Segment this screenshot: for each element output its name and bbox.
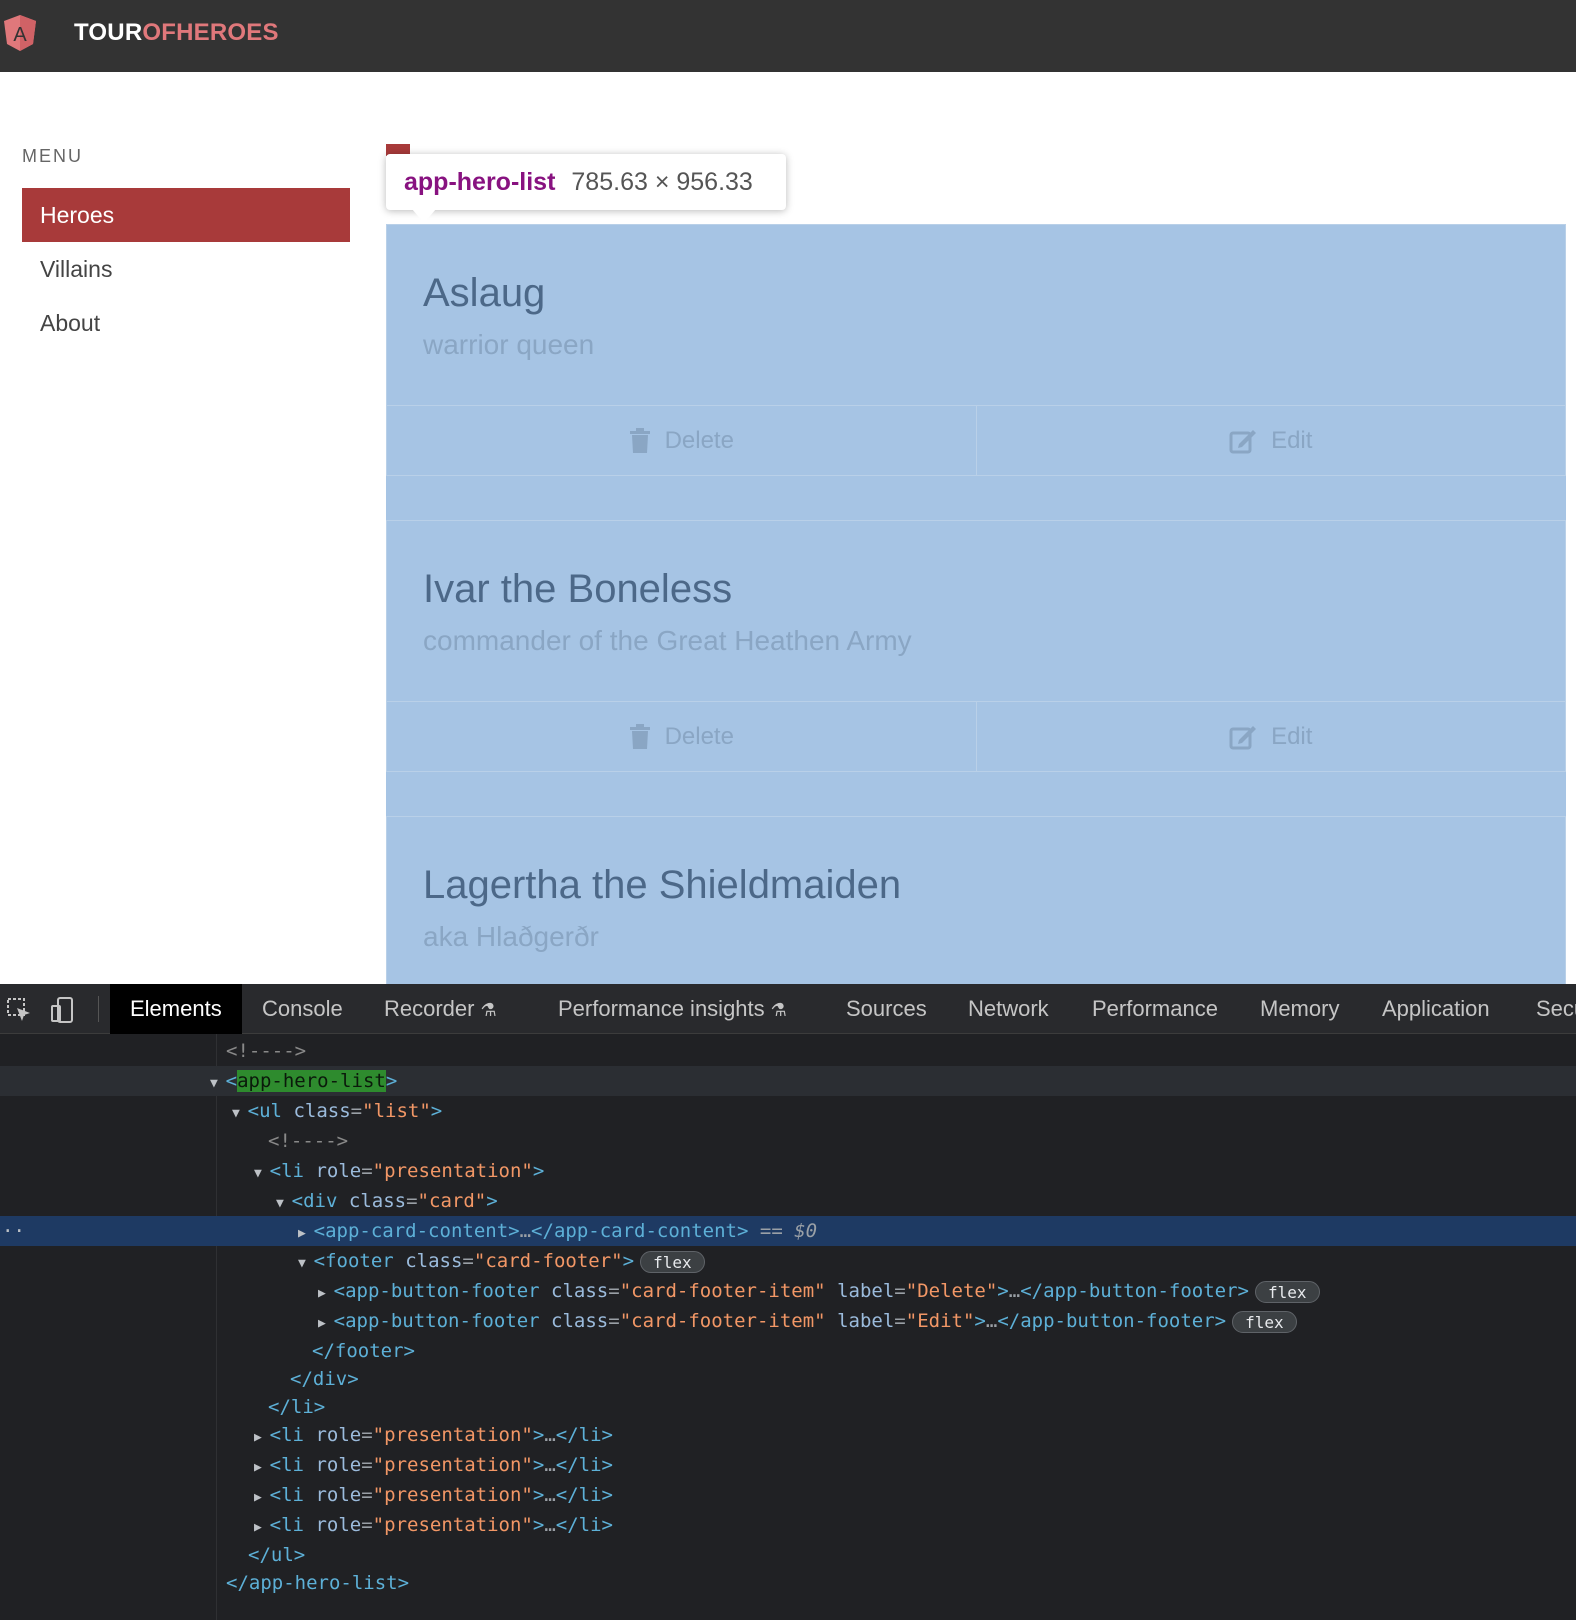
expand-arrow-icon[interactable]: ▼ [276, 1196, 292, 1211]
trash-icon [629, 723, 650, 749]
menu-label: MENU [22, 146, 83, 166]
node-ellipsis: ·· [2, 1220, 25, 1242]
tab-memory[interactable]: Memory [1240, 984, 1359, 1034]
card-content: Ivar the Boneless commander of the Great… [387, 521, 1565, 701]
tab-performance-insights[interactable]: Performance insights ⚗ [538, 984, 807, 1034]
edit-button[interactable]: Edit [975, 702, 1566, 771]
expand-arrow-icon[interactable]: ▼ [232, 1106, 248, 1121]
dom-node-app-card-content[interactable]: ·· ▶ <app-card-content>…</app-card-conten… [0, 1216, 1576, 1246]
delete-label: Delete [664, 426, 734, 454]
dom-node-li[interactable]: ▶ <li role="presentation">…</li> [0, 1510, 1576, 1540]
tooltip-tag: app-hero-list [404, 168, 556, 196]
expand-arrow-icon[interactable]: ▶ [254, 1460, 270, 1475]
dom-node-div-close[interactable]: </div> [0, 1364, 1576, 1394]
dom-node-button-footer-delete[interactable]: ▶ <app-button-footer class="card-footer-… [0, 1276, 1576, 1306]
elements-tree: <!----> ▼ <app-hero-list> ▼ <ul class="l… [0, 1034, 1576, 1620]
tab-recorder[interactable]: Recorder ⚗ [364, 984, 517, 1034]
hero-card: Ivar the Boneless commander of the Great… [386, 520, 1566, 772]
dom-node-li[interactable]: ▶ <li role="presentation">…</li> [0, 1450, 1576, 1480]
edit-icon [1229, 429, 1257, 453]
expand-arrow-icon[interactable]: ▶ [298, 1226, 314, 1241]
flex-badge[interactable]: flex [1255, 1280, 1320, 1303]
inspect-element-icon[interactable] [6, 997, 32, 1023]
app-header: A TOUROFHEROES [0, 0, 1576, 72]
experiment-flask-icon: ⚗ [480, 1000, 497, 1020]
selected-node-marker: == $0 [759, 1220, 818, 1242]
hero-description: warrior queen [423, 329, 595, 360]
device-toolbar-icon[interactable] [50, 997, 76, 1023]
card-content: Lagertha the Shieldmaiden aka Hlaðgerðr [387, 817, 1565, 984]
brand-heroes: HEROES [176, 19, 279, 46]
edit-button[interactable]: Edit [975, 406, 1566, 475]
hero-card: Lagertha the Shieldmaiden aka Hlaðgerðr [386, 816, 1566, 984]
tooltip-arrow [412, 209, 436, 223]
edit-label: Edit [1271, 426, 1313, 454]
flex-badge[interactable]: flex [1232, 1310, 1297, 1333]
dom-node-div-card[interactable]: ▼ <div class="card"> [0, 1186, 1576, 1216]
dom-node-app-hero-list[interactable]: ▼ <app-hero-list> [0, 1066, 1576, 1096]
svg-text:A: A [13, 24, 27, 46]
dom-node-footer[interactable]: ▼ <footer class="card-footer"> flex [0, 1246, 1576, 1276]
toolbar-divider [98, 996, 99, 1022]
devtools-panel: Elements Console Recorder ⚗ Performance i… [0, 984, 1576, 1620]
dom-node-li-close[interactable]: </li> [0, 1392, 1576, 1422]
expand-arrow-icon[interactable]: ▼ [210, 1076, 226, 1091]
experiment-flask-icon: ⚗ [770, 1000, 787, 1020]
trash-icon [629, 427, 650, 453]
dom-node-li[interactable]: ▶ <li role="presentation">…</li> [0, 1420, 1576, 1450]
hero-name: Lagertha the Shieldmaiden [423, 863, 902, 907]
devtools-tabbar: Elements Console Recorder ⚗ Performance i… [0, 984, 1576, 1034]
expand-arrow-icon[interactable]: ▶ [254, 1430, 270, 1445]
card-content: Aslaug warrior queen [387, 225, 1565, 405]
angular-logo-icon: A [4, 15, 36, 51]
inspect-tooltip: app-hero-list 785.63 × 956.33 [386, 154, 786, 210]
expand-arrow-icon[interactable]: ▼ [254, 1166, 270, 1181]
dom-node-ul[interactable]: ▼ <ul class="list"> [0, 1096, 1576, 1126]
brand-tour: TOUR [74, 19, 143, 46]
expand-arrow-icon[interactable]: ▶ [254, 1520, 270, 1535]
expand-arrow-icon[interactable]: ▶ [318, 1286, 334, 1301]
tab-performance[interactable]: Performance [1072, 984, 1238, 1034]
hero-card: Aslaug warrior queen Delete Edit [386, 224, 1566, 476]
tab-console[interactable]: Console [242, 984, 363, 1034]
card-footer: Delete Edit [387, 405, 1565, 475]
tab-sources[interactable]: Sources [826, 984, 947, 1034]
tab-recorder-label: Recorder [384, 996, 475, 1021]
delete-label: Delete [664, 722, 734, 750]
dom-node-footer-close[interactable]: </footer> [0, 1336, 1576, 1366]
expand-arrow-icon[interactable]: ▼ [298, 1256, 314, 1271]
hero-list: Aslaug warrior queen Delete Edit Ivar th… [386, 224, 1566, 984]
edit-label: Edit [1271, 722, 1313, 750]
expand-arrow-icon[interactable]: ▶ [254, 1490, 270, 1505]
sidebar-item-villains[interactable]: Villains [22, 242, 350, 296]
brand-title[interactable]: TOUROFHEROES [74, 18, 279, 48]
sidebar-item-heroes[interactable]: Heroes [22, 188, 350, 242]
sidebar-item-about[interactable]: About [22, 296, 350, 350]
dom-node-li[interactable]: ▼ <li role="presentation"> [0, 1156, 1576, 1186]
card-footer: Delete Edit [387, 701, 1565, 771]
tab-network[interactable]: Network [948, 984, 1069, 1034]
brand-of: OF [142, 19, 177, 46]
flex-badge[interactable]: flex [640, 1250, 705, 1273]
tab-application[interactable]: Application [1362, 984, 1510, 1034]
dom-node-comment[interactable]: <!----> [0, 1126, 1576, 1156]
hero-description: aka Hlaðgerðr [423, 921, 599, 952]
hero-name: Aslaug [423, 271, 546, 315]
dom-node-button-footer-edit[interactable]: ▶ <app-button-footer class="card-footer-… [0, 1306, 1576, 1336]
delete-button[interactable]: Delete [387, 702, 976, 771]
expand-arrow-icon[interactable]: ▶ [318, 1316, 334, 1331]
edit-icon [1229, 725, 1257, 749]
hero-description: commander of the Great Heathen Army [423, 625, 912, 656]
dom-node-app-hero-list-close[interactable]: </app-hero-list> [0, 1568, 1576, 1598]
delete-button[interactable]: Delete [387, 406, 976, 475]
dom-node-li[interactable]: ▶ <li role="presentation">…</li> [0, 1480, 1576, 1510]
tab-performance-insights-label: Performance insights [558, 996, 765, 1021]
tab-elements[interactable]: Elements [110, 984, 242, 1034]
tab-security[interactable]: Secu [1516, 984, 1576, 1034]
dom-node-comment[interactable]: <!----> [0, 1036, 1576, 1066]
hero-name: Ivar the Boneless [423, 567, 733, 611]
dom-node-ul-close[interactable]: </ul> [0, 1540, 1576, 1570]
tooltip-dimensions: 785.63 × 956.33 [571, 168, 753, 196]
